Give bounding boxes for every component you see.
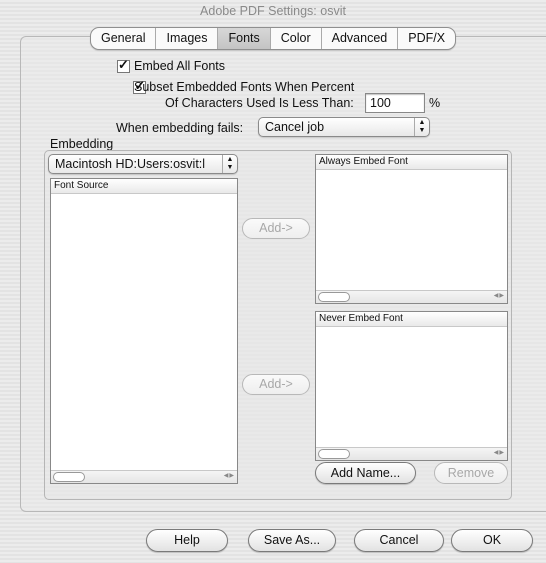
tab-general[interactable]: General xyxy=(91,28,157,49)
popup-arrows-icon: ▲ ▼ xyxy=(414,118,429,136)
always-embed-list[interactable]: Always Embed Font ◀▶ xyxy=(315,154,508,304)
font-source-popup[interactable]: Macintosh HD:Users:osvit:l ▲ ▼ xyxy=(48,154,238,174)
when-fails-popup[interactable]: Cancel job ▲ ▼ xyxy=(258,117,430,137)
tab-bar: General Images Fonts Color Advanced PDF/… xyxy=(90,27,457,50)
font-source-path: Macintosh HD:Users:osvit:l xyxy=(55,157,206,171)
add-never-button[interactable]: Add-> xyxy=(242,374,310,395)
scroll-thumb[interactable] xyxy=(53,472,85,482)
tab-advanced[interactable]: Advanced xyxy=(322,28,399,49)
scroll-thumb[interactable] xyxy=(318,449,350,459)
tab-images[interactable]: Images xyxy=(156,28,219,49)
popup-arrows-icon: ▲ ▼ xyxy=(222,155,237,173)
never-embed-header: Never Embed Font xyxy=(316,312,507,327)
tab-color[interactable]: Color xyxy=(271,28,322,49)
scroll-arrows-icon[interactable]: ◀▶ xyxy=(494,449,505,456)
never-embed-list[interactable]: Never Embed Font ◀▶ xyxy=(315,311,508,461)
when-fails-label: When embedding fails: xyxy=(116,121,244,135)
tab-pdfx[interactable]: PDF/X xyxy=(398,28,455,49)
ok-button[interactable]: OK xyxy=(451,529,533,552)
scroll-arrows-icon[interactable]: ◀▶ xyxy=(224,472,235,479)
font-source-header: Font Source xyxy=(51,179,237,194)
scroll-arrows-icon[interactable]: ◀▶ xyxy=(494,292,505,299)
help-button[interactable]: Help xyxy=(146,529,228,552)
embedding-legend: Embedding xyxy=(50,137,114,151)
subset-fonts-label: Subset Embedded Fonts When Percent xyxy=(134,80,355,94)
window-title: Adobe PDF Settings: osvit xyxy=(200,4,346,18)
percent-unit: % xyxy=(429,96,441,110)
never-embed-scrollbar[interactable]: ◀▶ xyxy=(316,447,507,460)
add-name-button[interactable]: Add Name... xyxy=(315,462,416,484)
save-as-button[interactable]: Save As... xyxy=(248,529,336,552)
always-embed-header: Always Embed Font xyxy=(316,155,507,170)
tab-fonts[interactable]: Fonts xyxy=(218,28,271,49)
embed-all-fonts-label: Embed All Fonts xyxy=(134,59,226,73)
font-source-scrollbar[interactable]: ◀▶ xyxy=(51,470,237,483)
subset-threshold-label: Of Characters Used Is Less Than: xyxy=(165,96,354,110)
scroll-thumb[interactable] xyxy=(318,292,350,302)
embed-all-fonts-checkbox[interactable]: ✓ xyxy=(117,57,130,73)
checkmark-icon: ✓ xyxy=(118,57,129,72)
when-fails-value: Cancel job xyxy=(265,120,325,134)
remove-button[interactable]: Remove xyxy=(434,462,508,484)
cancel-button[interactable]: Cancel xyxy=(354,529,444,552)
always-embed-scrollbar[interactable]: ◀▶ xyxy=(316,290,507,303)
subset-percent-field[interactable]: 100 xyxy=(365,93,425,113)
font-source-list[interactable]: Font Source ◀▶ xyxy=(50,178,238,484)
add-always-button[interactable]: Add-> xyxy=(242,218,310,239)
